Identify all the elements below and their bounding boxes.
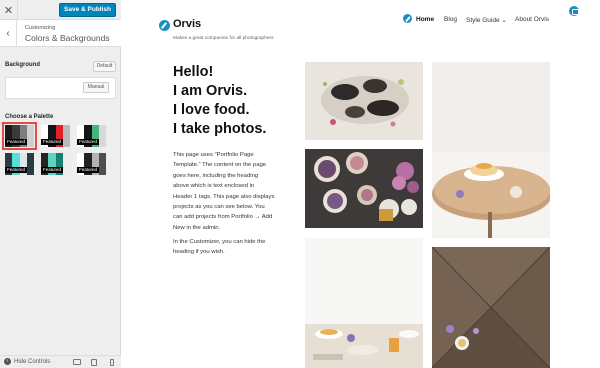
- back-arrow-icon[interactable]: ‹: [0, 20, 17, 46]
- palette-swatch[interactable]: Featured: [41, 153, 70, 175]
- background-label: Background: [5, 62, 41, 68]
- text-line: Template." The content on the page: [173, 162, 267, 169]
- palette-swatch[interactable]: Featured: [41, 125, 70, 147]
- featured-tag: Featured: [41, 167, 64, 173]
- heading-line: I take photos.: [173, 121, 267, 137]
- portfolio-photo-breakfast-window[interactable]: [305, 238, 423, 368]
- portfolio-photo-wooden-table[interactable]: [432, 247, 550, 368]
- heading-line: I love food.: [173, 102, 250, 118]
- featured-tag: Featured: [5, 167, 28, 173]
- portfolio-photo-food-plate[interactable]: [305, 62, 423, 140]
- palette-label: Choose a Palette: [5, 114, 54, 120]
- text-line: projects as you can see below. You: [173, 204, 265, 211]
- menu-edit-icon[interactable]: [403, 14, 412, 23]
- text-line: can add projects from Portfolio → Add: [173, 214, 273, 221]
- text-line: goes here, including the heading: [173, 172, 259, 179]
- site-tagline: Makes a great companion for all photogra…: [173, 36, 274, 41]
- text-line: New in the admin.: [173, 224, 221, 231]
- palette-swatch[interactable]: Featured: [5, 153, 34, 175]
- hide-controls-label: Hide Controls: [14, 358, 51, 365]
- site-preview: Orvis Makes a great companion for all ph…: [122, 0, 600, 368]
- text-line: heading if you wish.: [173, 249, 225, 256]
- section-header: ‹ Customizing Colors & Backgrounds: [0, 20, 121, 47]
- featured-tag: Featured: [5, 139, 28, 145]
- site-title[interactable]: Orvis: [173, 18, 201, 30]
- breadcrumb: Customizing: [25, 25, 56, 31]
- text-line: This page uses "Portfolio Page: [173, 152, 254, 158]
- customizer-header: ✕ Save & Publish: [0, 0, 121, 20]
- portfolio-photo-dessert-table[interactable]: [432, 62, 550, 238]
- manual-button[interactable]: Manual: [83, 82, 109, 93]
- page-heading: Hello! I am Orvis. I love food. I take p…: [173, 63, 266, 139]
- palette-swatch[interactable]: Featured: [77, 125, 106, 147]
- customizer-sidebar: ✕ Save & Publish ‹ Customizing Colors & …: [0, 0, 121, 368]
- customize-shortcut-icon[interactable]: [569, 6, 579, 16]
- palette-color: [98, 125, 106, 147]
- palette-swatch[interactable]: Featured: [2, 122, 37, 150]
- text-line: above which is text enclosed in: [173, 183, 255, 190]
- portfolio-photo-tarts-flowers[interactable]: [305, 149, 423, 228]
- palette-color: [62, 125, 70, 147]
- text-line: Header 1 tags. This page also displays: [173, 193, 275, 200]
- default-button[interactable]: Default: [93, 61, 116, 72]
- palette-color: [26, 153, 34, 175]
- palette-swatch[interactable]: Featured: [77, 153, 106, 175]
- hide-controls-button[interactable]: ‹ Hide Controls: [4, 358, 50, 365]
- heading-line: Hello!: [173, 64, 214, 80]
- section-title: Colors & Backgrounds: [25, 33, 110, 43]
- customizer-footer: ‹ Hide Controls: [0, 355, 121, 368]
- nav-style-guide[interactable]: Style Guide ⌄: [466, 16, 507, 24]
- text-line: In the Customizer, you can hide the: [173, 239, 266, 245]
- tablet-preview-icon[interactable]: [91, 359, 97, 366]
- mobile-preview-icon[interactable]: [110, 359, 114, 366]
- save-publish-button[interactable]: Save & Publish: [59, 3, 116, 17]
- featured-tag: Featured: [77, 167, 100, 173]
- featured-tag: Featured: [77, 139, 100, 145]
- collapse-icon: ‹: [4, 358, 11, 365]
- close-icon[interactable]: ✕: [0, 0, 18, 20]
- desktop-preview-icon[interactable]: [73, 359, 81, 365]
- nav-blog[interactable]: Blog: [444, 16, 457, 23]
- nav-about[interactable]: About Orvis: [515, 16, 549, 23]
- heading-line: I am Orvis.: [173, 83, 248, 99]
- palette-color: [98, 153, 106, 175]
- intro-paragraph: This page uses "Portfolio Page Template.…: [173, 150, 295, 233]
- customizer-note-paragraph: In the Customizer, you can hide the head…: [173, 237, 295, 258]
- edit-shortcut-icon[interactable]: [159, 20, 170, 31]
- palette-color: [26, 125, 34, 147]
- nav-home[interactable]: Home: [416, 16, 434, 23]
- palette-color: [62, 153, 70, 175]
- featured-tag: Featured: [41, 139, 64, 145]
